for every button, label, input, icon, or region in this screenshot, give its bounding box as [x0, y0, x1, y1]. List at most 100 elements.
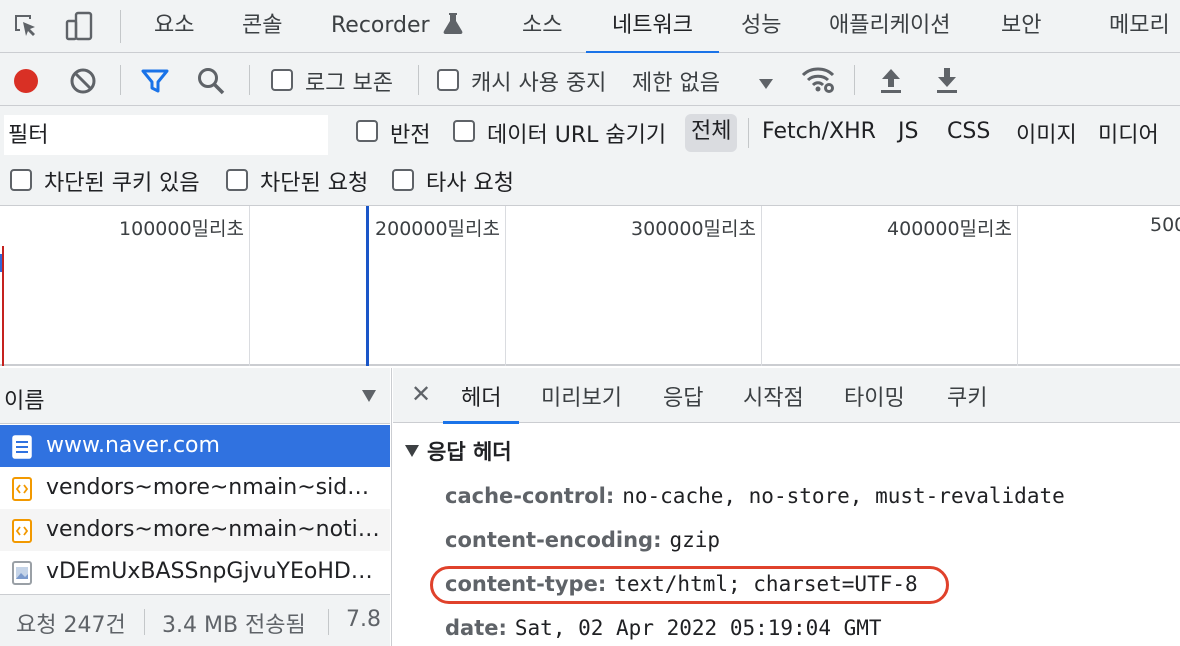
tabbar-divider	[120, 10, 121, 43]
disable-cache-checkbox[interactable]	[437, 69, 459, 91]
sort-caret-icon[interactable]	[362, 390, 376, 402]
type-filter-images[interactable]: 이미지	[1016, 117, 1077, 149]
tab-initiator[interactable]: 시작점	[743, 380, 804, 412]
toolbar-divider	[854, 65, 855, 95]
search-icon[interactable]	[196, 66, 226, 100]
header-row: cache-control: no-cache, no-store, must-r…	[445, 484, 1065, 508]
tab-recorder-label: Recorder	[331, 13, 430, 38]
header-value: gzip	[669, 528, 721, 552]
invert-checkbox[interactable]	[356, 120, 378, 142]
request-detail-pane: ✕ 헤더 미리보기 응답 시작점 타이밍 쿠키 응답 헤더 cache-cont…	[393, 368, 1180, 646]
tab-sources[interactable]: 소스	[522, 0, 562, 53]
image-icon	[12, 561, 32, 585]
tab-performance[interactable]: 성능	[741, 0, 781, 53]
hide-data-urls-label: 데이터 URL 숨기기	[487, 123, 667, 148]
type-filter-media[interactable]: 미디어	[1098, 117, 1159, 149]
status-divider	[144, 609, 145, 635]
header-key: date:	[445, 616, 507, 640]
network-status-bar: 요청 247건 3.4 MB 전송됨 7.8	[0, 594, 390, 646]
name-column-header[interactable]: 이름	[0, 368, 390, 424]
timeline-gridline	[1017, 206, 1018, 366]
header-value: Sat, 02 Apr 2022 05:19:04 GMT	[514, 616, 882, 640]
type-filter-all[interactable]: 전체	[685, 114, 738, 152]
devtools-tab-bar: 요소 콘솔 Recorder 소스 네트워크 성능 애플리케이션 보안 메모리	[0, 0, 1180, 54]
request-row[interactable]: vDEmUxBASSnpGjvuYEoHD…	[0, 551, 390, 593]
filter-input[interactable]	[4, 115, 328, 155]
throttling-select[interactable]: 제한 없음	[632, 65, 720, 97]
timeline-overview[interactable]: 100000밀리초 200000밀리초 300000밀리초 400000밀리초 …	[0, 206, 1180, 366]
transferred-size: 3.4 MB 전송됨	[162, 613, 306, 638]
tab-network[interactable]: 네트워크	[586, 0, 719, 54]
blocked-requests-label: 차단된 요청	[260, 171, 369, 196]
dom-content-loaded-marker	[0, 254, 2, 272]
timeline-label: 200000밀리초	[375, 218, 500, 240]
expand-triangle-icon	[405, 445, 419, 457]
blocked-requests-checkbox[interactable]	[226, 169, 248, 191]
timeline-label: 500	[1150, 214, 1180, 236]
tab-application[interactable]: 애플리케이션	[829, 0, 950, 53]
type-filter-css[interactable]: CSS	[947, 119, 990, 144]
script-icon	[12, 477, 32, 501]
toolbar-divider	[249, 65, 250, 95]
script-icon	[12, 519, 32, 543]
timeline-label: 400000밀리초	[887, 218, 1012, 240]
third-party-label: 타사 요청	[426, 171, 514, 196]
request-row[interactable]: vendors~more~nmain~sideb…	[0, 467, 390, 509]
filter-bar: 반전 데이터 URL 숨기기 전체 Fetch/XHR JS CSS 이미지 미…	[0, 106, 1180, 206]
request-name: vDEmUxBASSnpGjvuYEoHD…	[46, 559, 373, 584]
export-har-icon[interactable]	[933, 66, 961, 98]
tab-cookies[interactable]: 쿠키	[947, 380, 987, 412]
invert-label: 반전	[390, 123, 431, 148]
request-row[interactable]: www.naver.com	[0, 425, 390, 467]
tab-preview[interactable]: 미리보기	[541, 380, 622, 412]
toolbar-divider	[120, 65, 121, 95]
request-name: vendors~more~nmain~sideb…	[46, 475, 382, 500]
blocked-cookies-label: 차단된 쿠키 있음	[44, 171, 200, 196]
third-party-checkbox[interactable]	[392, 169, 414, 191]
timeline-gridline	[505, 206, 506, 366]
toolbar-divider	[418, 65, 419, 95]
network-toolbar: 로그 보존 캐시 사용 중지 제한 없음	[0, 53, 1180, 106]
tab-headers[interactable]: 헤더	[442, 380, 521, 424]
chevron-down-icon[interactable]	[758, 75, 774, 94]
request-row[interactable]: vendors~more~nmain~notic…	[0, 509, 390, 551]
header-row: content-encoding: gzip	[445, 528, 720, 552]
timeline-label: 100000밀리초	[119, 218, 244, 240]
request-name: vendors~more~nmain~notic…	[46, 517, 382, 542]
filter-icon[interactable]	[140, 67, 170, 99]
status-divider	[328, 609, 329, 635]
tab-security[interactable]: 보안	[1001, 0, 1041, 53]
tab-timing[interactable]: 타이밍	[844, 380, 905, 412]
tab-memory[interactable]: 메모리	[1109, 0, 1170, 53]
preserve-log-checkbox[interactable]	[271, 69, 293, 91]
header-key: cache-control:	[445, 484, 615, 508]
name-column-label: 이름	[4, 389, 45, 414]
tab-recorder[interactable]: Recorder	[331, 0, 463, 53]
load-event-marker	[2, 246, 4, 366]
document-icon	[12, 435, 32, 459]
header-key: content-encoding:	[445, 528, 662, 552]
tab-response[interactable]: 응답	[663, 380, 703, 412]
preserve-log-label: 로그 보존	[305, 71, 393, 96]
header-row: date: Sat, 02 Apr 2022 05:19:04 GMT	[445, 616, 882, 640]
import-har-icon[interactable]	[877, 66, 905, 98]
response-headers-section[interactable]: 응답 헤더	[405, 436, 512, 466]
inspect-element-icon[interactable]	[10, 10, 42, 42]
timeline-label: 300000밀리초	[631, 218, 756, 240]
type-filter-fetch-xhr[interactable]: Fetch/XHR	[762, 119, 876, 144]
tab-console[interactable]: 콘솔	[242, 0, 282, 53]
network-conditions-icon[interactable]	[800, 65, 838, 99]
record-icon[interactable]	[12, 67, 40, 99]
blocked-cookies-checkbox[interactable]	[10, 169, 32, 191]
timeline-gridline	[761, 206, 762, 366]
close-icon[interactable]: ✕	[411, 380, 431, 408]
filter-divider	[748, 118, 749, 148]
hide-data-urls-checkbox[interactable]	[453, 120, 475, 142]
detail-tab-bar: ✕ 헤더 미리보기 응답 시작점 타이밍 쿠키	[393, 368, 1180, 424]
device-toolbar-icon[interactable]	[64, 10, 96, 42]
type-filter-js[interactable]: JS	[898, 119, 918, 144]
resources-size: 7.8	[346, 607, 381, 632]
clear-icon[interactable]	[69, 67, 97, 99]
tab-elements[interactable]: 요소	[154, 0, 194, 53]
header-value: no-cache, no-store, must-revalidate	[622, 484, 1065, 508]
